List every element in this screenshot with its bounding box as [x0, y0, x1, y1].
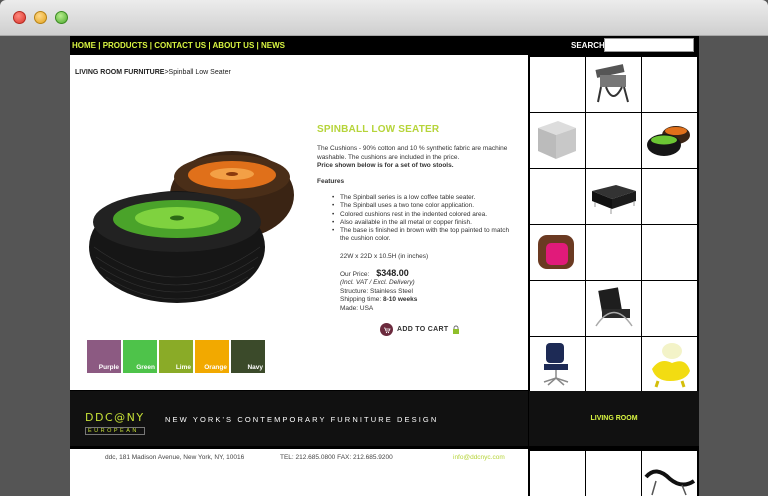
add-to-cart-label: ADD TO CART — [397, 326, 449, 333]
footer-band: DDC@NY EUROPEAN NEW YORK'S CONTEMPORARY … — [70, 391, 528, 446]
thumbnail-lounge-chair[interactable] — [586, 57, 641, 112]
swatch-green[interactable]: Green — [123, 340, 157, 373]
email-link[interactable]: info@ddcnyc.com — [453, 454, 505, 461]
thumbnail-cube-stool[interactable] — [530, 113, 585, 168]
feature-item: The Spinball series is a low coffee tabl… — [332, 194, 518, 203]
features-heading: Features — [317, 178, 345, 185]
breadcrumb-category-link[interactable]: LIVING ROOM FURNITURE — [75, 69, 164, 76]
feature-item: The base is finished in brown with the t… — [332, 227, 518, 244]
shipping-value: 8-10 weeks — [383, 296, 418, 304]
thumbnail-empty[interactable] — [586, 451, 641, 496]
product-main-panel: LIVING ROOM FURNITURE>Spinball Low Seate… — [70, 55, 528, 390]
thumbnail-ottoman[interactable] — [586, 169, 641, 224]
color-swatches: Purple Green Lime Orange Navy — [87, 340, 265, 373]
window-zoom-button[interactable] — [55, 11, 68, 24]
price-label: Our Price: — [340, 271, 370, 278]
thumbnail-empty[interactable] — [642, 169, 697, 224]
window-minimize-button[interactable] — [34, 11, 47, 24]
thumbnail-empty[interactable] — [530, 281, 585, 336]
thumbnail-empty[interactable] — [530, 57, 585, 112]
breadcrumb: LIVING ROOM FURNITURE>Spinball Low Seate… — [75, 69, 231, 76]
thumbnail-office-chair[interactable] — [530, 337, 585, 392]
thumbnail-chaise-lounge[interactable] — [642, 451, 697, 496]
bottom-thumbnail-row — [529, 449, 699, 496]
thumbnail-pink-cube-chair[interactable] — [530, 225, 585, 280]
breadcrumb-current: Spinball Low Seater — [168, 69, 231, 76]
swatch-label: Lime — [175, 364, 191, 371]
thumbnail-empty[interactable] — [642, 281, 697, 336]
thumbnail-empty[interactable] — [586, 225, 641, 280]
thumbnail-barcelona-chair[interactable] — [586, 281, 641, 336]
shipping-time: Shipping time: 8-10 weeks — [340, 296, 417, 304]
product-title: SPINBALL LOW SEATER — [317, 124, 440, 135]
price-block: Our Price: $348.00 (Incl. VAT / Excl. De… — [340, 268, 417, 313]
nav-news-link[interactable]: NEWS — [261, 41, 285, 50]
feature-item: Also available in the all metal or coppe… — [332, 219, 518, 228]
nav-links: HOME | PRODUCTS | CONTACT US | ABOUT US … — [72, 41, 285, 50]
ddcny-logo[interactable]: DDC@NY EUROPEAN — [85, 408, 145, 435]
add-to-cart-button[interactable]: ADD TO CART — [380, 323, 460, 336]
swatch-label: Purple — [98, 364, 119, 371]
thumbnail-spinball[interactable] — [642, 113, 697, 168]
price-note: Price shown below is for a set of two st… — [317, 162, 454, 169]
nav-contact-link[interactable]: CONTACT US — [154, 41, 206, 50]
site-container: HOME | PRODUCTS | CONTACT US | ABOUT US … — [70, 36, 699, 496]
living-room-link[interactable]: LIVING ROOM — [529, 415, 699, 422]
price-value: $348.00 — [376, 268, 409, 278]
shipping-label: Shipping time: — [340, 296, 382, 304]
address-bar: ddc, 181 Madison Avenue, New York, NY, 1… — [70, 449, 528, 496]
product-description: The Cushions - 90% cotton and 10 % synth… — [317, 145, 522, 171]
thumbnail-empty[interactable] — [586, 113, 641, 168]
nav-home-link[interactable]: HOME — [72, 41, 96, 50]
thumbnail-empty[interactable] — [530, 451, 585, 496]
lock-icon — [453, 325, 460, 334]
phone-fax-text: TEL: 212.685.0800 FAX: 212.685.9200 — [280, 454, 393, 461]
thumbnail-yellow-chair[interactable] — [642, 337, 697, 392]
thumbnail-empty[interactable] — [586, 337, 641, 392]
nav-products-link[interactable]: PRODUCTS — [103, 41, 148, 50]
made-in-text: Made: USA — [340, 304, 374, 312]
features-list: The Spinball series is a low coffee tabl… — [332, 194, 518, 244]
structure-text: Structure: Stainless Steel — [340, 287, 413, 295]
search-input[interactable] — [604, 38, 694, 52]
category-band: LIVING ROOM — [529, 391, 699, 446]
swatch-label: Green — [136, 364, 155, 371]
feature-item: The Spinball uses a two tone color appli… — [332, 202, 518, 211]
tax-note: (Incl. VAT / Excl. Delivery) — [340, 279, 415, 287]
swatch-label: Navy — [247, 364, 263, 371]
swatch-lime[interactable]: Lime — [159, 340, 193, 373]
window-close-button[interactable] — [13, 11, 26, 24]
browser-chrome — [0, 0, 768, 36]
address-text: ddc, 181 Madison Avenue, New York, NY, 1… — [105, 454, 245, 461]
product-image — [89, 151, 294, 303]
thumbnail-empty[interactable] — [530, 169, 585, 224]
nav-about-link[interactable]: ABOUT US — [213, 41, 255, 50]
thumbnail-empty[interactable] — [642, 225, 697, 280]
swatch-navy[interactable]: Navy — [231, 340, 265, 373]
swatch-label: Orange — [204, 364, 227, 371]
logo-main-text: DDC@NY — [85, 411, 145, 424]
feature-item: Colored cushions rest in the indented co… — [332, 211, 518, 220]
top-navigation: HOME | PRODUCTS | CONTACT US | ABOUT US … — [70, 36, 699, 55]
description-text: The Cushions - 90% cotton and 10 % synth… — [317, 145, 508, 161]
swatch-purple[interactable]: Purple — [87, 340, 121, 373]
product-thumbnail-grid — [529, 55, 699, 392]
swatch-orange[interactable]: Orange — [195, 340, 229, 373]
tagline: NEW YORK'S CONTEMPORARY FURNITURE DESIGN — [165, 415, 439, 424]
logo-sub-text: EUROPEAN — [85, 427, 145, 435]
cart-icon — [380, 323, 393, 336]
product-dimensions: 22W x 22D x 10.5H (in inches) — [340, 253, 429, 260]
search-label: SEARCH — [571, 41, 605, 50]
thumbnail-empty[interactable] — [642, 57, 697, 112]
